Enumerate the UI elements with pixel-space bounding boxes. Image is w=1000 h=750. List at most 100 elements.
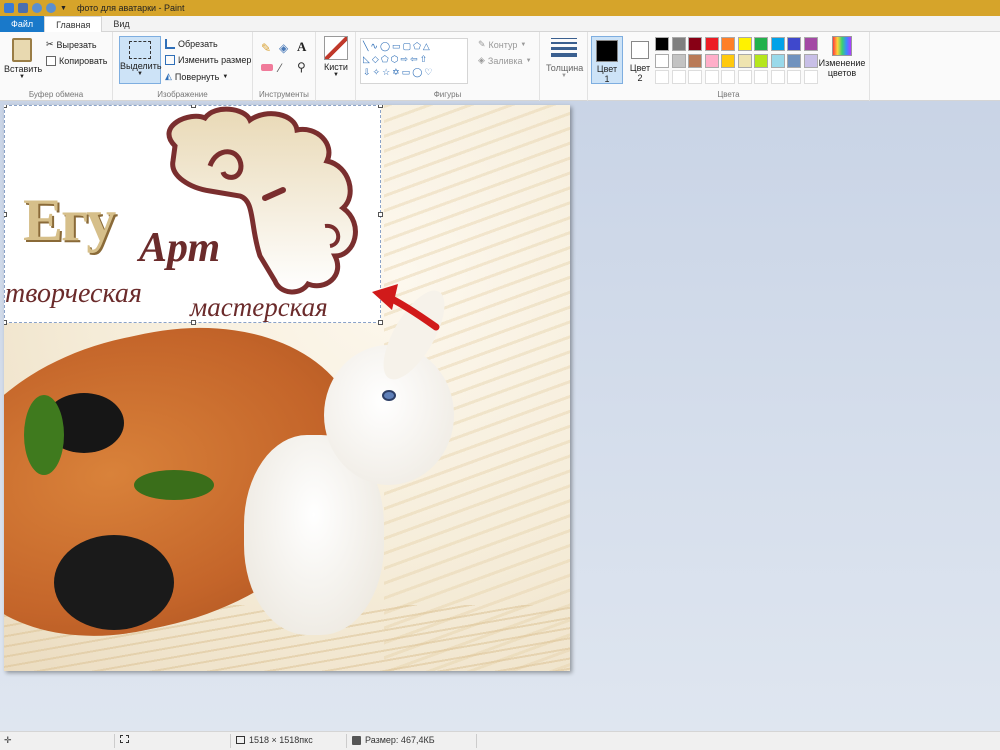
palette-empty-swatch[interactable] bbox=[721, 70, 735, 84]
palette-empty-swatch[interactable] bbox=[671, 70, 686, 84]
logo-word-1: Егу bbox=[23, 187, 116, 253]
pentagon-shape-icon[interactable]: ⬠ bbox=[381, 54, 391, 64]
color2-button[interactable]: Цвет 2 bbox=[625, 36, 655, 83]
resize-handle-s[interactable] bbox=[191, 320, 196, 325]
magnifier-icon[interactable]: ⚲ bbox=[297, 60, 306, 74]
text-tool-icon[interactable]: A bbox=[297, 39, 306, 55]
diamond-shape-icon[interactable]: ◇ bbox=[372, 54, 381, 64]
paste-button[interactable]: Вставить ▼ bbox=[4, 38, 42, 80]
rotate-icon: ◭ bbox=[165, 71, 172, 81]
status-divider bbox=[114, 734, 115, 748]
outline-button[interactable]: ✎ Контур ▼ bbox=[478, 39, 526, 50]
edit-colors-button[interactable]: Изменение цветов bbox=[816, 36, 868, 78]
selection-rectangle[interactable]: Егу Арт творческая мастерская bbox=[4, 105, 383, 325]
resize-button[interactable]: Изменить размер bbox=[165, 55, 251, 65]
palette-swatch[interactable] bbox=[770, 53, 785, 68]
resize-handle-w[interactable] bbox=[4, 212, 7, 217]
brushes-button[interactable]: Кисти ▼ bbox=[320, 36, 352, 78]
resize-handle-ne[interactable] bbox=[378, 105, 383, 108]
palette-swatch[interactable] bbox=[754, 37, 768, 51]
select-dropdown-icon: ▼ bbox=[137, 71, 143, 77]
select-button[interactable]: Выделить ▼ bbox=[119, 36, 162, 84]
six-point-star-shape-icon[interactable]: ✡ bbox=[392, 67, 402, 77]
palette-swatch[interactable] bbox=[787, 53, 801, 68]
redo-icon[interactable] bbox=[46, 3, 56, 13]
size-button[interactable]: Толщина ▼ bbox=[546, 38, 583, 79]
color1-button[interactable]: Цвет 1 bbox=[591, 36, 623, 84]
clipboard-icon bbox=[12, 38, 32, 62]
palette-swatch[interactable] bbox=[770, 37, 785, 51]
palette-empty-swatch[interactable] bbox=[770, 70, 785, 84]
palette-swatch[interactable] bbox=[671, 37, 686, 51]
heart-shape-icon[interactable]: ♡ bbox=[424, 67, 434, 77]
resize-handle-sw[interactable] bbox=[4, 320, 7, 325]
fill-bucket-icon[interactable]: ◈ bbox=[279, 41, 288, 55]
status-bar: ✛ 1518 × 1518пкс Размер: 467,4КБ bbox=[0, 731, 1000, 750]
move-cursor-icon: ✛ bbox=[4, 735, 12, 745]
palette-empty-swatch[interactable] bbox=[754, 70, 768, 84]
color-picker-icon[interactable]: ⁄ bbox=[279, 61, 281, 75]
four-point-star-shape-icon[interactable]: ✧ bbox=[373, 67, 383, 77]
cut-button[interactable]: ✂ Вырезать bbox=[46, 39, 97, 50]
palette-swatch[interactable] bbox=[737, 53, 752, 68]
shapes-gallery[interactable]: ╲∿◯▭▢⬠△ ◺◇⬠⬡⇨⇦⇧ ⇩✧☆✡▭◯♡ bbox=[360, 38, 468, 84]
image-dimensions: 1518 × 1518пкс bbox=[236, 735, 313, 745]
palette-swatch[interactable] bbox=[655, 53, 669, 68]
palette-empty-swatch[interactable] bbox=[688, 70, 702, 84]
palette-swatch[interactable] bbox=[704, 37, 719, 51]
palette-empty-swatch[interactable] bbox=[704, 70, 719, 84]
paste-dropdown-icon: ▼ bbox=[19, 74, 25, 80]
right-triangle-shape-icon[interactable]: ◺ bbox=[363, 54, 372, 64]
resize-handle-e[interactable] bbox=[378, 212, 383, 217]
fill-button[interactable]: ◈ Заливка ▼ bbox=[478, 55, 532, 66]
canvas[interactable]: Егу Арт творческая мастерская bbox=[4, 105, 570, 671]
palette-empty-swatch[interactable] bbox=[655, 70, 669, 84]
palette-swatch[interactable] bbox=[721, 53, 735, 68]
callout-shape-icon[interactable]: ▭ bbox=[402, 67, 413, 77]
curve-shape-icon[interactable]: ∿ bbox=[370, 41, 380, 51]
pencil-icon[interactable]: ✎ bbox=[261, 41, 271, 55]
palette-swatch[interactable] bbox=[688, 37, 702, 51]
selection-size-icon bbox=[120, 735, 129, 743]
brushes-group: Кисти ▼ bbox=[316, 32, 356, 101]
status-divider bbox=[346, 734, 347, 748]
tagline-2: мастерская bbox=[190, 292, 328, 322]
palette-swatch[interactable] bbox=[704, 53, 719, 68]
palette-swatch[interactable] bbox=[671, 53, 686, 68]
palette-swatch[interactable] bbox=[787, 37, 801, 51]
rotate-button[interactable]: ◭ Повернуть ▼ bbox=[165, 71, 228, 82]
tab-view[interactable]: Вид bbox=[102, 16, 140, 32]
palette-swatch[interactable] bbox=[754, 53, 768, 68]
resize-handle-n[interactable] bbox=[191, 105, 196, 108]
palette-empty-swatch[interactable] bbox=[787, 70, 801, 84]
rounded-rectangle-shape-icon[interactable]: ▢ bbox=[403, 41, 414, 51]
right-arrow-shape-icon[interactable]: ⇨ bbox=[401, 54, 411, 64]
felt-rabbit-eye bbox=[382, 390, 396, 401]
rectangle-shape-icon[interactable]: ▭ bbox=[392, 41, 403, 51]
save-icon[interactable] bbox=[18, 3, 28, 13]
palette-swatch[interactable] bbox=[688, 53, 702, 68]
eraser-icon[interactable] bbox=[261, 64, 273, 71]
crop-button[interactable]: Обрезать bbox=[165, 39, 218, 49]
palette-swatch[interactable] bbox=[737, 37, 752, 51]
palette-swatch[interactable] bbox=[721, 37, 735, 51]
tab-home[interactable]: Главная bbox=[44, 16, 103, 32]
resize-handle-nw[interactable] bbox=[4, 105, 7, 108]
up-arrow-shape-icon[interactable]: ⇧ bbox=[420, 54, 430, 64]
tagline-1: творческая bbox=[5, 278, 142, 309]
palette-swatch[interactable] bbox=[655, 37, 669, 51]
palette-empty-swatch[interactable] bbox=[737, 70, 752, 84]
five-point-star-shape-icon[interactable]: ☆ bbox=[382, 67, 392, 77]
undo-icon[interactable] bbox=[32, 3, 42, 13]
left-arrow-shape-icon[interactable]: ⇦ bbox=[410, 54, 420, 64]
oval-callout-shape-icon[interactable]: ◯ bbox=[412, 67, 424, 77]
customize-qa-icon[interactable]: ▼ bbox=[60, 5, 67, 12]
polygon-shape-icon[interactable]: ⬠ bbox=[413, 41, 423, 51]
copy-button[interactable]: Копировать bbox=[46, 56, 107, 66]
hexagon-shape-icon[interactable]: ⬡ bbox=[391, 54, 401, 64]
tab-file[interactable]: Файл bbox=[0, 16, 45, 32]
oval-shape-icon[interactable]: ◯ bbox=[380, 41, 392, 51]
down-arrow-shape-icon[interactable]: ⇩ bbox=[363, 67, 373, 77]
paint-app-icon[interactable] bbox=[4, 3, 14, 13]
triangle-shape-icon[interactable]: △ bbox=[423, 41, 432, 51]
